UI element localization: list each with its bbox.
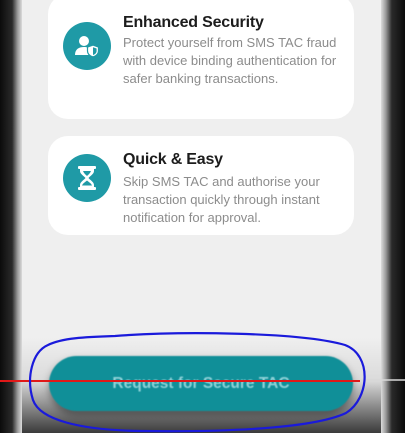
feature-description: Protect yourself from SMS TAC fraud with… — [123, 35, 337, 86]
request-secure-tac-button[interactable]: Request for Secure TAC — [49, 356, 353, 411]
hourglass-icon — [63, 154, 111, 202]
feature-description: Skip SMS TAC and authorise your transact… — [123, 174, 320, 225]
feature-title: Enhanced Security — [123, 14, 264, 31]
feature-title: Quick & Easy — [123, 151, 223, 168]
user-shield-icon — [63, 22, 111, 70]
phone-bezel-left — [0, 0, 22, 433]
app-screen: Enhanced Security Protect yourself from … — [22, 0, 381, 433]
phone-bezel-right — [381, 0, 405, 433]
feature-card-quick: Quick & Easy Skip SMS TAC and authorise … — [48, 136, 354, 235]
feature-card-security: Enhanced Security Protect yourself from … — [48, 0, 354, 119]
